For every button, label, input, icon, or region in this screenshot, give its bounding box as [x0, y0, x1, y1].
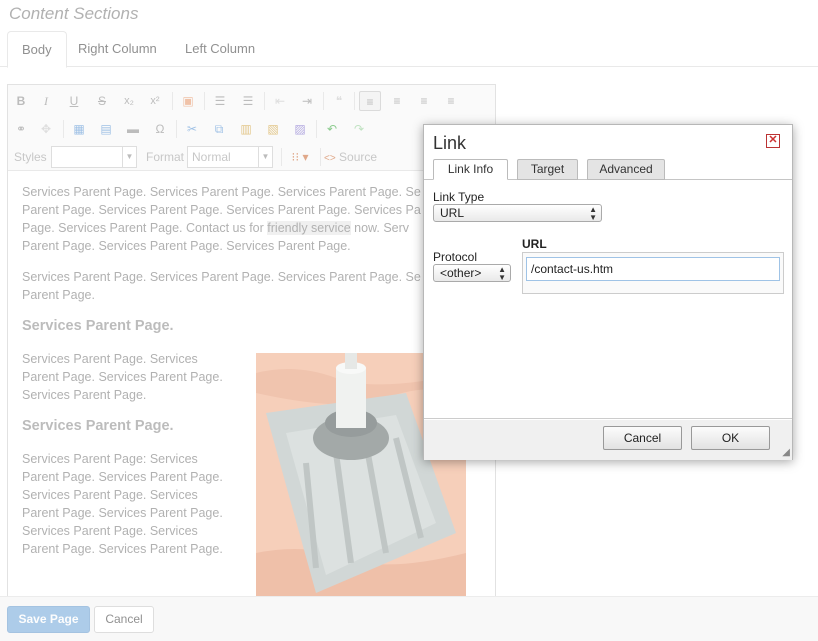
- tab-link-info[interactable]: Link Info: [433, 159, 508, 180]
- align-center-icon[interactable]: ≡: [386, 91, 408, 111]
- page-footer: Save Page Cancel: [0, 596, 818, 641]
- close-icon[interactable]: ✕: [766, 134, 780, 148]
- protocol-select[interactable]: <other> ▲ ▼: [433, 264, 511, 282]
- table-icon[interactable]: ▤: [95, 119, 117, 139]
- toolbar-row-3: Styles ▼ Format Normal ▼ ⁝⁝ ▾ <> Source: [8, 143, 495, 171]
- content-heading: Services Parent Page.: [22, 318, 174, 334]
- tab-target[interactable]: Target: [517, 159, 578, 180]
- format-dropdown[interactable]: Normal ▼: [187, 146, 273, 168]
- italic-icon[interactable]: I: [35, 91, 57, 111]
- toolbar-separator: [172, 92, 173, 110]
- content-sections-title: Content Sections: [9, 4, 139, 23]
- chevron-down-icon: ▼: [122, 147, 136, 167]
- toolbar-row-2: ⚭ ✥ ▦ ▤ ▬ Ω ✂ ⧉ ▥ ▧ ▨ ↶ ↷: [8, 115, 495, 143]
- toolbar-separator: [63, 120, 64, 138]
- source-button[interactable]: <> Source: [324, 147, 386, 167]
- source-icon: <>: [324, 153, 336, 164]
- content-paragraph: Services Parent Page. Services Parent Pa…: [22, 270, 421, 302]
- highlighted-text: friendly service: [267, 221, 351, 235]
- paste-icon[interactable]: ▥: [235, 119, 257, 139]
- align-right-icon[interactable]: ≡: [413, 91, 435, 111]
- templates-icon[interactable]: ⁝⁝ ▾: [286, 147, 314, 167]
- toolbar-separator: [264, 92, 265, 110]
- save-page-button[interactable]: Save Page: [7, 606, 90, 633]
- editor-content[interactable]: Services Parent Page. Services Parent Pa…: [22, 183, 492, 571]
- editor-toolbar: B I U S x₂ x² ▣ ☰ ☰ ⇤ ⇥ ❝ ≡ ≡ ≡ ≡ ⚭ ✥ ▦: [8, 85, 495, 171]
- dialog-ok-button[interactable]: OK: [691, 426, 770, 450]
- dialog-title: Link: [433, 133, 467, 153]
- dialog-tabs: Link Info Target Advanced: [424, 159, 792, 180]
- numbered-list-icon[interactable]: ☰: [209, 91, 231, 111]
- remove-format-icon[interactable]: ▣: [177, 91, 199, 111]
- tab-body[interactable]: Body: [7, 31, 67, 68]
- horizontal-rule-icon[interactable]: ▬: [122, 119, 144, 139]
- toolbar-separator: [281, 148, 282, 166]
- blockquote-icon[interactable]: ❝: [328, 91, 350, 111]
- paste-text-icon[interactable]: ▧: [262, 119, 284, 139]
- protocol-label: Protocol: [433, 250, 478, 264]
- toolbar-separator: [316, 120, 317, 138]
- protocol-value: <other>: [440, 266, 482, 280]
- dialog-body: Link Type URL ▲ ▼ Protocol URL <other> ▲ ▼…: [424, 181, 792, 419]
- cut-icon[interactable]: ✂: [181, 119, 203, 139]
- align-justify-icon[interactable]: ≡: [440, 91, 462, 111]
- redo-icon[interactable]: ↷: [348, 119, 370, 139]
- subscript-icon[interactable]: x₂: [118, 91, 140, 111]
- chevron-down-icon: ▼: [258, 147, 272, 167]
- content-paragraph: Services Parent Page. Services Parent Pa…: [22, 185, 421, 253]
- bulleted-list-icon[interactable]: ☰: [237, 91, 259, 111]
- link-type-label: Link Type: [433, 190, 485, 204]
- strikethrough-icon[interactable]: S: [91, 91, 113, 111]
- toolbar-row-1: B I U S x₂ x² ▣ ☰ ☰ ⇤ ⇥ ❝ ≡ ≡ ≡ ≡: [8, 87, 495, 115]
- link-icon[interactable]: ⚭: [10, 119, 32, 139]
- special-char-icon[interactable]: Ω: [149, 119, 171, 139]
- content-tabs: Body Right Column Left Column: [0, 31, 818, 68]
- tab-right-column[interactable]: Right Column: [64, 31, 171, 67]
- url-input[interactable]: /contact-us.htm: [526, 257, 780, 281]
- url-label: URL: [522, 237, 547, 251]
- styles-dropdown[interactable]: ▼: [51, 146, 137, 168]
- link-dialog: Link ✕ Link Info Target Advanced Link Ty…: [423, 124, 793, 460]
- copy-icon[interactable]: ⧉: [208, 119, 230, 139]
- align-left-icon[interactable]: ≡: [359, 91, 381, 111]
- link-type-select[interactable]: URL ▲ ▼: [433, 204, 602, 222]
- updown-arrow-icon: ▲ ▼: [498, 265, 506, 282]
- unlink-icon[interactable]: ✥: [35, 119, 57, 139]
- tab-advanced[interactable]: Advanced: [587, 159, 665, 180]
- url-field-wrapper: /contact-us.htm: [522, 252, 784, 294]
- dialog-cancel-button[interactable]: Cancel: [603, 426, 682, 450]
- image-icon[interactable]: ▦: [68, 119, 90, 139]
- content-paragraph: Services Parent Page: Services Parent Pa…: [22, 452, 223, 556]
- increase-indent-icon[interactable]: ⇥: [296, 91, 318, 111]
- decrease-indent-icon[interactable]: ⇤: [269, 91, 291, 111]
- dialog-footer: Cancel OK ◢: [424, 420, 792, 460]
- toolbar-separator: [176, 120, 177, 138]
- toolbar-separator: [320, 148, 321, 166]
- resize-grip-icon[interactable]: ◢: [782, 447, 790, 458]
- format-label: Format: [146, 150, 185, 164]
- paste-word-icon[interactable]: ▨: [289, 119, 311, 139]
- cancel-button[interactable]: Cancel: [94, 606, 154, 633]
- toolbar-separator: [204, 92, 205, 110]
- superscript-icon[interactable]: x²: [144, 91, 166, 111]
- updown-arrow-icon: ▲ ▼: [589, 205, 597, 222]
- styles-label: Styles: [14, 150, 47, 164]
- tab-left-column[interactable]: Left Column: [171, 31, 269, 67]
- toolbar-separator: [354, 92, 355, 110]
- format-value: Normal: [192, 150, 231, 164]
- toolbar-separator: [323, 92, 324, 110]
- undo-icon[interactable]: ↶: [321, 119, 343, 139]
- content-paragraph: Services Parent Page. Services Parent Pa…: [22, 352, 223, 402]
- link-type-value: URL: [440, 206, 465, 220]
- bold-icon[interactable]: B: [10, 91, 32, 111]
- content-heading: Services Parent Page.: [22, 418, 174, 434]
- source-label: Source: [339, 150, 378, 164]
- underline-icon[interactable]: U: [63, 91, 85, 111]
